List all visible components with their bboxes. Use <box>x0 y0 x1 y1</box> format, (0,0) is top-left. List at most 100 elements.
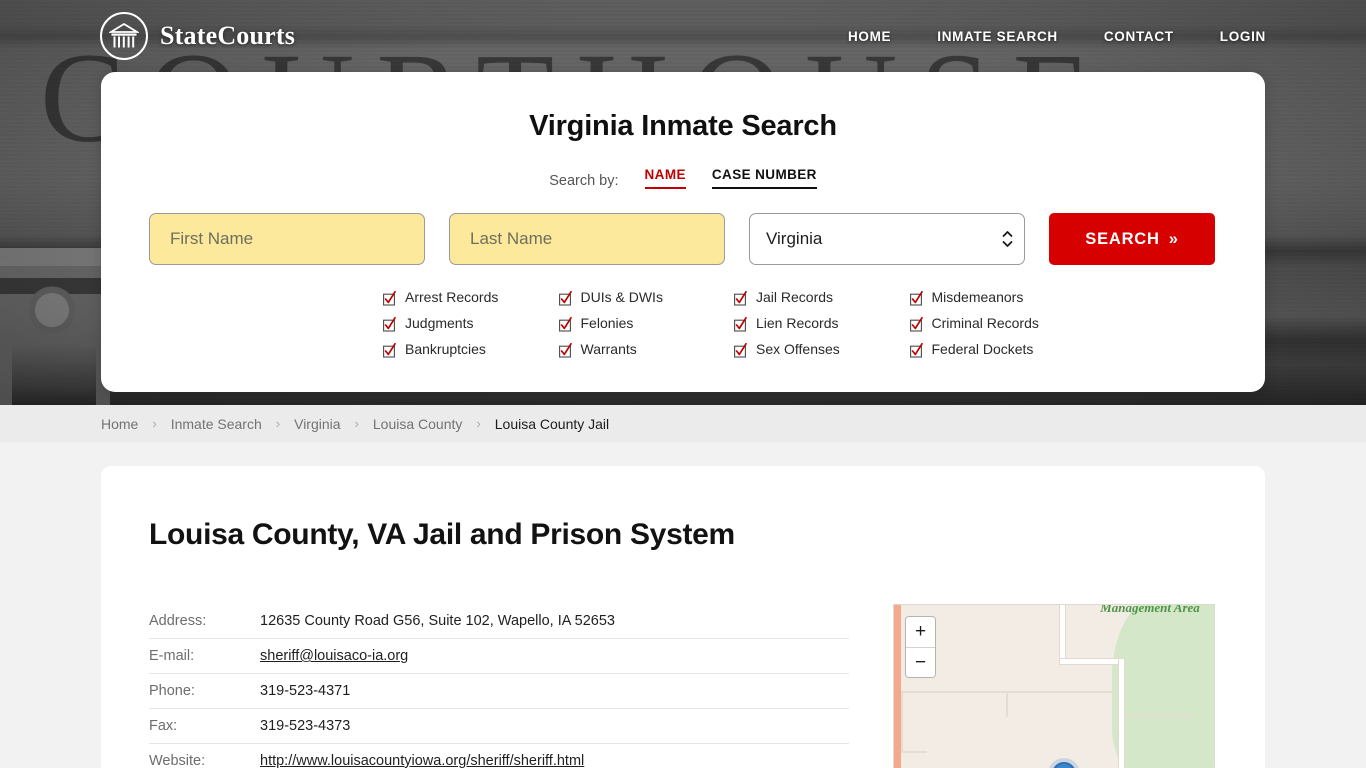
checkbox-label: Federal Dockets <box>931 341 1034 357</box>
search-card-title: Virginia Inmate Search <box>529 110 837 142</box>
nav-item-login[interactable]: LOGIN <box>1220 29 1266 44</box>
search-button[interactable]: SEARCH » <box>1049 213 1215 265</box>
brand-name: StateCourts <box>160 21 296 50</box>
top-navigation-bar: StateCourts HOME INMATE SEARCH CONTACT L… <box>0 0 1366 72</box>
breadcrumb-item-virginia[interactable]: Virginia <box>294 416 340 432</box>
checkbox-item[interactable]: Arrest Records <box>383 289 559 306</box>
chevron-right-icon: › <box>476 416 481 431</box>
content-shell: Louisa County, VA Jail and Prison System… <box>0 442 1366 768</box>
breadcrumb-item-home[interactable]: Home <box>101 416 138 432</box>
checkbox-label: Felonies <box>580 315 634 331</box>
hero-banner: COURTHOUSE StateCourts HOME INMATE SEARC… <box>0 0 1366 405</box>
breadcrumb-item-louisa-county[interactable]: Louisa County <box>373 416 463 432</box>
table-row: Address: 12635 County Road G56, Suite 10… <box>149 604 849 639</box>
row-label: Fax: <box>149 718 178 734</box>
brand-logo-link[interactable]: StateCourts <box>100 12 295 60</box>
checked-box-icon <box>734 316 747 332</box>
checkbox-item[interactable]: DUIs & DWIs <box>558 289 735 306</box>
detail-body: Address: 12635 County Road G56, Suite 10… <box>149 604 1217 768</box>
map-zoom-out-button[interactable]: − <box>906 647 935 677</box>
checkbox-label: DUIs & DWIs <box>580 289 663 305</box>
courthouse-icon <box>100 12 148 60</box>
checked-box-icon <box>558 342 572 358</box>
checked-box-icon <box>558 316 572 332</box>
map-road <box>1006 691 1008 717</box>
map-road <box>1119 659 1124 768</box>
search-button-label: SEARCH <box>1085 229 1160 248</box>
page-title: Louisa County, VA Jail and Prison System <box>149 518 735 551</box>
chevron-right-icon: › <box>354 416 359 431</box>
checked-box-icon <box>909 316 923 332</box>
checkbox-item[interactable]: Federal Dockets <box>909 341 1086 358</box>
row-label: Address: <box>149 613 207 629</box>
breadcrumb: Home › Inmate Search › Virginia › Louisa… <box>0 405 1366 442</box>
checkbox-item[interactable]: Warrants <box>558 341 735 358</box>
checked-box-icon <box>558 290 572 306</box>
search-by-row: Search by: NAME CASE NUMBER <box>101 167 1265 189</box>
main-nav: HOME INMATE SEARCH CONTACT LOGIN <box>848 29 1266 44</box>
facility-info-table: Address: 12635 County Road G56, Suite 10… <box>149 604 849 768</box>
map-road <box>901 691 1116 693</box>
checkbox-label: Bankruptcies <box>405 341 486 357</box>
row-label: Phone: <box>149 683 195 699</box>
map-road <box>901 691 903 753</box>
table-row: Website: http://www.louisacountyiowa.org… <box>149 744 849 768</box>
location-map[interactable]: Management Area + − <box>893 604 1215 768</box>
map-area-label: Management Area <box>1100 604 1200 615</box>
checkbox-item[interactable]: Felonies <box>558 315 735 332</box>
map-road <box>901 751 927 753</box>
checked-box-icon <box>383 290 396 306</box>
checked-box-icon <box>909 342 923 358</box>
nav-item-inmate-search[interactable]: INMATE SEARCH <box>937 29 1058 44</box>
state-select[interactable]: Virginia <box>749 213 1025 265</box>
checkbox-label: Misdemeanors <box>931 289 1024 305</box>
checked-box-icon <box>909 290 923 306</box>
row-label: E-mail: <box>149 648 195 664</box>
checked-box-icon <box>734 342 747 358</box>
checkbox-item[interactable]: Lien Records <box>734 315 910 332</box>
map-zoom-controls: + − <box>905 616 936 678</box>
map-road <box>1124 715 1194 717</box>
checkbox-item[interactable]: Jail Records <box>734 289 910 306</box>
website-link[interactable]: http://www.louisacountyiowa.org/sheriff/… <box>260 753 584 768</box>
breadcrumb-item-current: Louisa County Jail <box>494 415 610 432</box>
checkbox-item[interactable]: Judgments <box>383 315 559 332</box>
double-chevron-right-icon: » <box>1168 229 1179 248</box>
map-green-area <box>1112 605 1214 768</box>
checkbox-item[interactable]: Criminal Records <box>909 315 1086 332</box>
row-value-email: sheriff@louisaco-ia.org <box>260 648 408 664</box>
map-zoom-in-button[interactable]: + <box>906 617 935 647</box>
checked-box-icon <box>383 342 396 358</box>
checkbox-item[interactable]: Misdemeanors <box>909 289 1086 306</box>
search-form: Virginia SEARCH » <box>101 213 1265 265</box>
inmate-search-card: Virginia Inmate Search Search by: NAME C… <box>101 72 1265 392</box>
nav-item-contact[interactable]: CONTACT <box>1104 29 1174 44</box>
row-value-fax: 319-523-4373 <box>260 718 351 734</box>
search-by-label: Search by: <box>549 173 619 189</box>
checkbox-label: Arrest Records <box>405 289 499 305</box>
first-name-input[interactable] <box>149 213 425 265</box>
facility-detail-card: Louisa County, VA Jail and Prison System… <box>101 466 1265 768</box>
breadcrumb-item-inmate-search[interactable]: Inmate Search <box>171 416 262 432</box>
email-link[interactable]: sheriff@louisaco-ia.org <box>260 648 408 664</box>
nav-item-home[interactable]: HOME <box>848 29 891 44</box>
checked-box-icon <box>383 316 396 332</box>
checkbox-label: Warrants <box>580 341 637 357</box>
chevron-right-icon: › <box>275 416 281 431</box>
checkbox-label: Jail Records <box>756 289 834 305</box>
tab-case-number[interactable]: CASE NUMBER <box>711 167 817 189</box>
row-label: Website: <box>149 753 206 768</box>
checkbox-item[interactable]: Bankruptcies <box>383 341 559 358</box>
map-road <box>1060 605 1065 663</box>
last-name-input[interactable] <box>449 213 725 265</box>
chevron-right-icon: › <box>152 416 157 431</box>
row-value-address: 12635 County Road G56, Suite 102, Wapell… <box>260 613 615 629</box>
checkbox-item[interactable]: Sex Offenses <box>734 341 910 358</box>
table-row: Fax: 319-523-4373 <box>149 709 849 744</box>
table-row: Phone: 319-523-4371 <box>149 674 849 709</box>
tab-name[interactable]: NAME <box>644 167 686 189</box>
record-type-checkbox-grid: Arrest Records DUIs & DWIs Jail Records … <box>101 289 1265 358</box>
row-value-website: http://www.louisacountyiowa.org/sheriff/… <box>260 753 584 768</box>
checked-box-icon <box>734 290 747 306</box>
checkbox-label: Judgments <box>405 315 474 331</box>
